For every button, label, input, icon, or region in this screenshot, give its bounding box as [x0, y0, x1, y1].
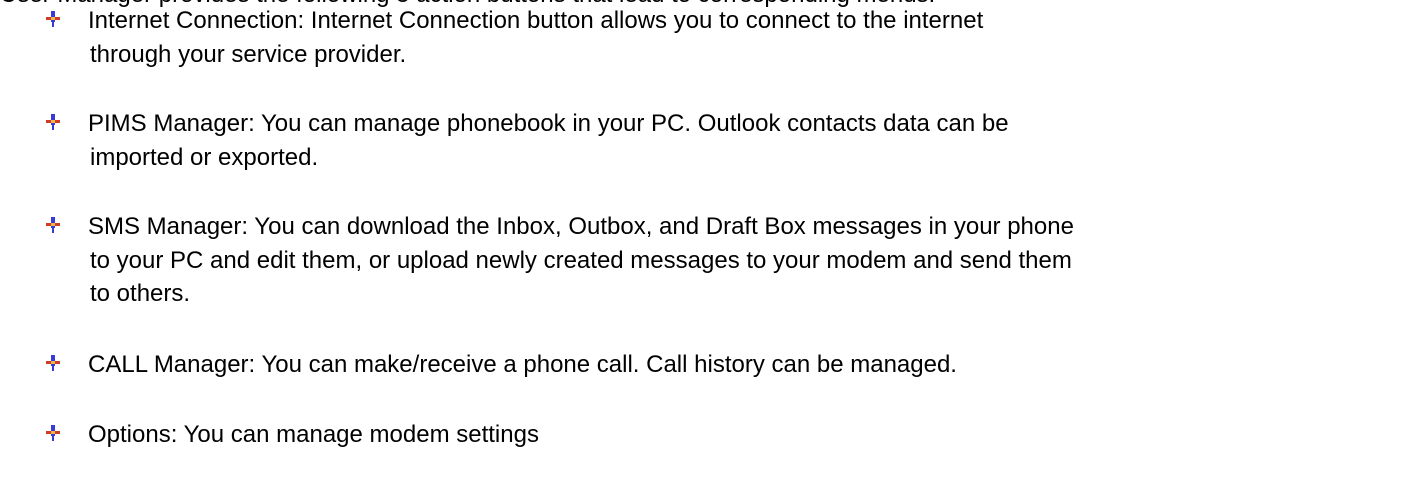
list-item-line: Options: You can manage modem settings [88, 421, 539, 448]
list-item-line: through your service provider. [90, 40, 407, 68]
list-item-text: CALL Manager: You can make/receive a pho… [88, 348, 1408, 382]
list-item-line: CALL Manager: You can make/receive a pho… [88, 351, 957, 378]
list-item-line: to others. [90, 280, 191, 307]
list-item-line: SMS Manager: You can download the Inbox,… [88, 213, 1074, 240]
document-page: User Manager provides the following 5 ac… [0, 0, 1422, 484]
pushpin-bullet-icon [46, 425, 60, 441]
list-item-line: Internet Connection: Internet Connection… [88, 7, 984, 34]
list-item-line: PIMS Manager: You can manage phonebook i… [88, 110, 1009, 137]
list-item-line: to your PC and edit them, or upload newl… [90, 246, 1072, 274]
list-item-text: SMS Manager: You can download the Inbox,… [88, 210, 1408, 311]
pushpin-bullet-icon [46, 355, 60, 371]
list-item-line: imported or exported. [90, 143, 319, 171]
list-item-text: Options: You can manage modem settings [88, 418, 1408, 452]
pushpin-bullet-icon [46, 11, 60, 27]
list-item-text: Internet Connection: Internet Connection… [88, 4, 1408, 71]
pushpin-bullet-icon [46, 217, 60, 233]
pushpin-bullet-icon [46, 114, 60, 130]
list-item-text: PIMS Manager: You can manage phonebook i… [88, 107, 1408, 174]
